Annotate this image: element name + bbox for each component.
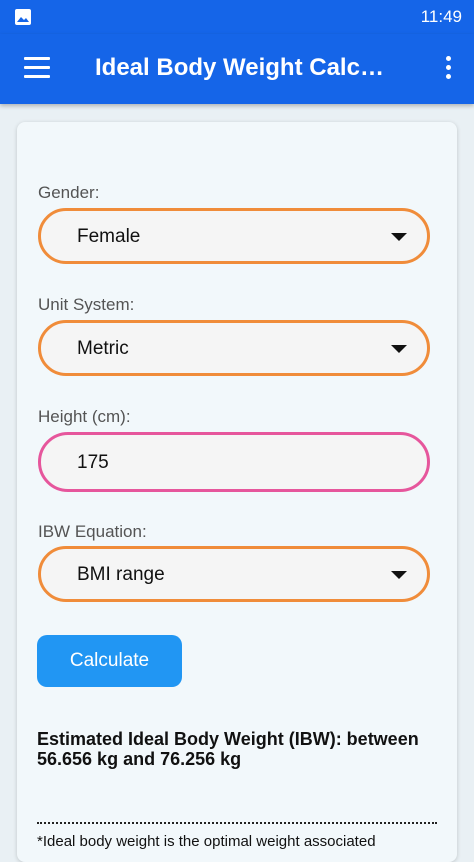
unit-system-label: Unit System: bbox=[38, 295, 135, 314]
gender-select[interactable]: Female bbox=[38, 208, 430, 264]
image-icon bbox=[15, 9, 31, 25]
hamburger-menu-icon[interactable] bbox=[24, 57, 50, 79]
dropdown-arrow-icon bbox=[391, 233, 407, 241]
status-time: 11:49 bbox=[420, 7, 462, 26]
height-label: Height (cm): bbox=[38, 407, 131, 426]
ibw-result: Estimated Ideal Body Weight (IBW): betwe… bbox=[37, 729, 419, 769]
ibw-equation-value: BMI range bbox=[77, 564, 165, 585]
gender-value: Female bbox=[77, 226, 141, 247]
app-title: Ideal Body Weight Calc… bbox=[95, 54, 384, 81]
unit-system-select[interactable]: Metric bbox=[38, 320, 430, 376]
divider bbox=[37, 822, 437, 824]
app-bar: Ideal Body Weight Calc… bbox=[0, 34, 474, 104]
height-input[interactable]: 175 bbox=[38, 432, 430, 492]
ibw-equation-select[interactable]: BMI range bbox=[38, 546, 430, 602]
dropdown-arrow-icon bbox=[391, 571, 407, 579]
more-vertical-icon[interactable] bbox=[444, 56, 452, 82]
dropdown-arrow-icon bbox=[391, 345, 407, 353]
height-value: 175 bbox=[77, 452, 109, 473]
gender-label: Gender: bbox=[38, 183, 100, 202]
unit-system-value: Metric bbox=[77, 338, 129, 359]
ibw-equation-label: IBW Equation: bbox=[38, 522, 147, 541]
calculate-button[interactable]: Calculate bbox=[37, 635, 182, 687]
status-bar: 11:49 bbox=[0, 0, 474, 34]
